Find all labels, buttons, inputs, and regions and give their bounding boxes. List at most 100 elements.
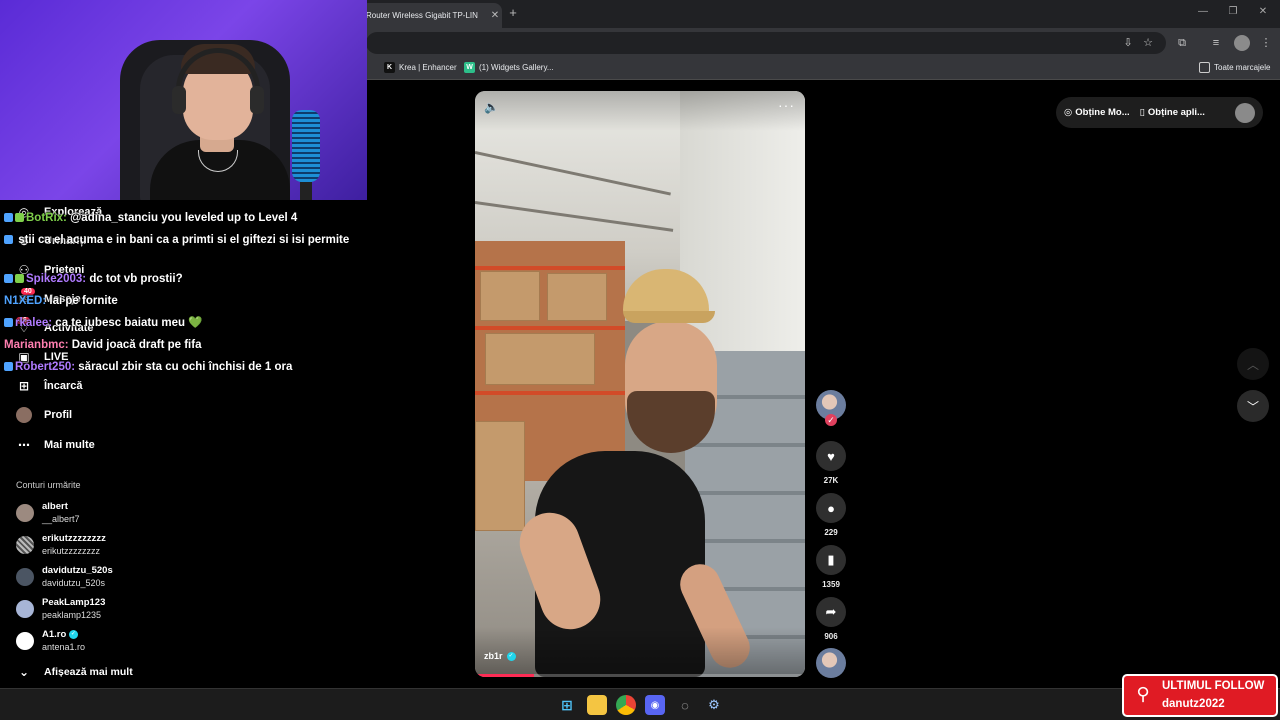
widgets-icon: W [464,62,475,73]
previous-video-button[interactable]: ︿ [1237,348,1269,380]
show-more-accounts[interactable]: ⌄ Afișează mai mult [16,664,133,680]
install-icon[interactable]: ⇩ [1120,35,1136,51]
avatar [16,568,34,586]
video-boxes [485,333,595,385]
obs-icon[interactable]: ◌ [675,695,695,715]
tab-close-icon[interactable]: ✕ [488,10,502,21]
chat-user: Marianbmc: [4,339,69,351]
cam-ear-left [172,86,186,114]
nav-profile[interactable]: Profil [16,407,72,423]
discord-icon[interactable]: ◉ [645,695,665,715]
bookmark-label: Krea | Enhancer [399,63,457,72]
upload-icon: ⊞ [18,379,30,393]
file-explorer-icon[interactable] [587,695,607,715]
chat-user: Spike2003: [26,273,87,285]
save-button[interactable]: ▮ [816,545,846,575]
chat-user: Robert250: [15,361,76,373]
screen: Router Wireless Gigabit TP-LIN ✕ + — ❐ ✕… [0,0,1280,720]
avatar [16,504,34,522]
account-handle: erikutzzzzzzzz [42,546,101,556]
video-shade [475,91,805,131]
close-window-icon[interactable]: ✕ [1256,6,1270,17]
header-actions: ◎ Obține Mo... ▯ Obține apli... [1056,97,1263,128]
chat-message: Robert250: săracul zbir sta cu ochi înch… [4,358,292,376]
video-progress-bar[interactable] [475,674,805,677]
video-shelf [475,266,625,270]
menu-icon[interactable]: ⋮ [1258,35,1274,51]
all-bookmarks-label: Toate marcajele [1214,63,1271,72]
chat-message: stii ca el acuma e in bani ca a primti s… [4,232,354,249]
chat-text: David joacă draft pe fifa [71,339,202,351]
extensions-icon[interactable]: ⧉ [1174,35,1190,51]
profile-icon [16,407,32,423]
heart-icon: ♥ [827,448,835,464]
chat-message: BotRix: @adina_stanciu you leveled up to… [4,209,297,227]
get-coins-button[interactable]: ◎ Obține Mo... [1064,107,1130,118]
avatar [16,632,34,650]
chrome-icon[interactable] [616,695,636,715]
comment-button[interactable]: ● [816,493,846,523]
like-button[interactable]: ♥ [816,441,846,471]
profile-avatar-icon[interactable] [1234,35,1250,51]
account-erikutz[interactable]: erikutzzzzzzzz erikutzzzzzzzz [16,533,106,557]
account-a1ro[interactable]: A1.ro ✓ antena1.ro [16,629,85,653]
get-app-button[interactable]: ▯ Obține apli... [1140,107,1205,118]
comment-count: 229 [824,528,838,537]
windows-taskbar: ⊞ ◉ ◌ ⚙ [0,688,1280,720]
follow-plus-icon[interactable]: ✓ [825,414,837,426]
get-app-label: Obține apli... [1147,107,1205,118]
nav-label: Profil [44,409,73,421]
chevron-down-icon: ⌄ [18,665,30,679]
bookmark-widgets[interactable]: W (1) Widgets Gallery... [464,62,554,73]
avatar [16,536,34,554]
chevron-up-icon: ︿ [1246,357,1259,372]
volume-icon[interactable]: 🔈 [484,100,499,114]
share-button[interactable]: ➦ [816,597,846,627]
like-count: 27K [823,476,839,485]
address-bar[interactable] [366,32,1166,54]
user-avatar[interactable] [1235,102,1255,123]
nav-label: Mai multe [44,439,95,451]
video-shade [475,627,805,677]
cam-mic-stand [300,182,312,200]
share-icon: ➦ [825,604,837,619]
account-albert[interactable]: albert __albert7 [16,501,80,525]
chat-message: N1XED: lai pe fornite [4,292,118,310]
sub-badge-icon [4,362,13,372]
video-author[interactable]: zb1r ✓ [484,651,516,661]
nav-upload[interactable]: ⊞ Încarcă [16,378,83,394]
following-accounts-title: Conturi urmărite [16,480,81,490]
alert-follower-name: danutz2022 [1162,698,1225,710]
video-shelf [475,391,625,395]
account-handle: __albert7 [42,514,80,524]
windows-start-icon[interactable]: ⊞ [557,695,577,715]
browser-tab[interactable]: Router Wireless Gigabit TP-LIN ✕ [360,3,502,28]
next-video-button[interactable]: ﹀ [1237,390,1269,422]
verified-icon: ✓ [506,651,516,661]
account-peaklamp[interactable]: PeakLamp123 peaklamp1235 [16,597,105,621]
video-player[interactable]: 🔈 ··· zb1r ✓ [475,91,805,677]
nav-label: Încarcă [44,380,83,392]
chat-text: săracul zbir sta cu ochi închisi de 1 or… [78,361,293,373]
chat-text: @adina_stanciu you leveled up to Level 4 [70,212,298,224]
nav-more[interactable]: ⋯ Mai multe [16,437,95,453]
star-icon[interactable]: ☆ [1140,35,1156,51]
video-progress-fill [475,674,535,677]
show-more-label: Afișează mai mult [44,666,133,678]
account-davidutzu[interactable]: davidutzu_520s davidutzu_520s [16,565,113,589]
sound-avatar[interactable] [816,648,846,678]
maximize-icon[interactable]: ❐ [1226,6,1240,17]
minimize-icon[interactable]: — [1196,6,1210,17]
share-count: 906 [824,632,838,641]
new-tab-button[interactable]: + [506,6,520,20]
avatar [16,600,34,618]
more-options-icon[interactable]: ··· [778,97,795,113]
alert-title: ULTIMUL FOLLOW [1162,680,1265,692]
steam-icon[interactable]: ⚙ [704,695,724,715]
account-handle: davidutzu_520s [42,578,106,588]
bookmark-krea[interactable]: K Krea | Enhancer [384,62,457,73]
account-name: albert [42,501,68,512]
all-bookmarks[interactable]: Toate marcajele [1199,62,1270,73]
media-icon[interactable]: ≡ [1208,35,1224,51]
phone-icon: ▯ [1139,107,1145,118]
